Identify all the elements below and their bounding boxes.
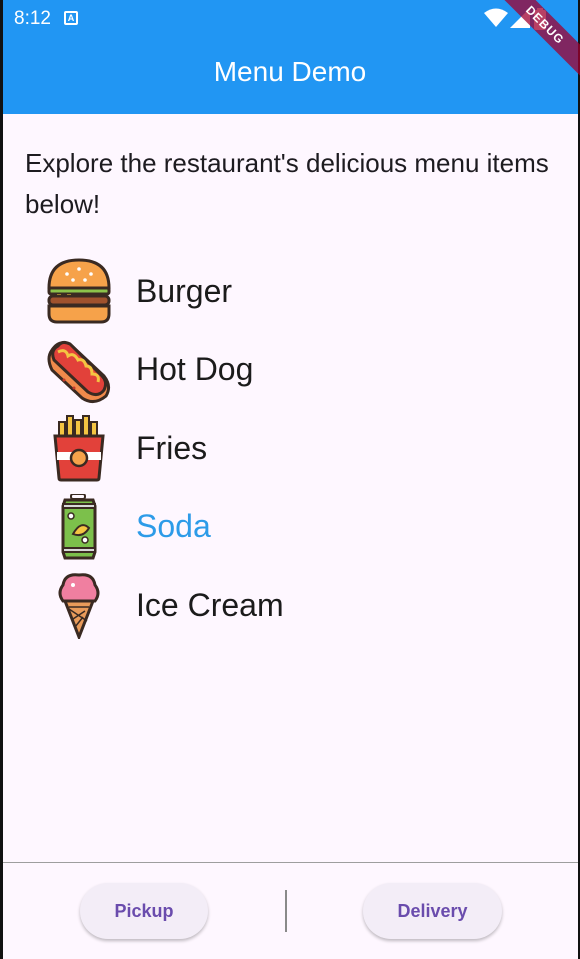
button-separator: [285, 890, 287, 932]
ice-cream-icon: [44, 570, 114, 640]
hot-dog-icon: [44, 335, 114, 405]
app-screen: 8:12 A Menu Demo DEBUG Explore the resta…: [0, 0, 580, 959]
menu-item-label: Hot Dog: [136, 351, 254, 388]
menu-item-label: Burger: [136, 272, 233, 309]
pickup-button[interactable]: Pickup: [80, 883, 208, 939]
app-bar: 8:12 A Menu Demo: [0, 0, 580, 114]
menu-item-label: Ice Cream: [136, 586, 284, 623]
menu-item-label: Soda: [136, 508, 211, 545]
fries-icon: [44, 413, 114, 483]
menu-item-label: Fries: [136, 429, 208, 466]
bottom-bar: Pickup Delivery: [0, 863, 580, 959]
wifi-icon: [484, 8, 508, 27]
menu-list: Burger Hot Dog Fries Soda Ice Cream: [44, 252, 544, 645]
menu-item-fries[interactable]: Fries: [44, 409, 544, 488]
burger-icon: [44, 256, 114, 326]
menu-item-hot-dog[interactable]: Hot Dog: [44, 331, 544, 410]
device-edge-left: [0, 0, 3, 959]
a-icon: A: [64, 11, 78, 25]
delivery-button[interactable]: Delivery: [363, 883, 502, 939]
menu-item-soda[interactable]: Soda: [44, 488, 544, 567]
menu-item-ice-cream[interactable]: Ice Cream: [44, 566, 544, 645]
status-bar: 8:12 A: [0, 0, 580, 40]
soda-icon: [44, 492, 114, 562]
page-title: Menu Demo: [213, 56, 367, 87]
intro-text: Explore the restaurant's delicious menu …: [25, 148, 549, 219]
status-time: 8:12: [14, 8, 51, 29]
menu-item-burger[interactable]: Burger: [44, 252, 544, 331]
